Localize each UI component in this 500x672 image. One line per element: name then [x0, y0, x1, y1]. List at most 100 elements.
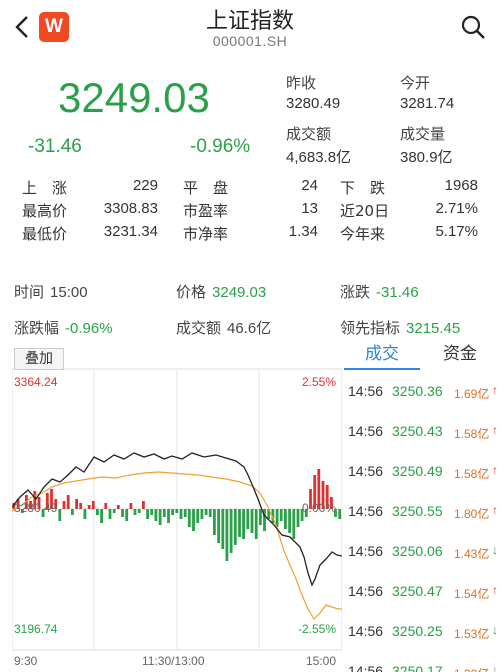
- trade-row: 14:56 3250.36 1.69亿 ↑: [344, 372, 500, 412]
- volume-bar: [133, 509, 137, 515]
- volume-bar: [204, 509, 208, 515]
- current-price: 3249.03: [58, 74, 210, 121]
- y-axis-top-label: 3364.24: [14, 375, 58, 389]
- trade-time: 14:56: [348, 423, 384, 439]
- info-label: 涨跌幅: [14, 319, 60, 337]
- info-time: 时间 15:00: [14, 281, 88, 302]
- volume-bar: [338, 509, 342, 519]
- volume-bar: [91, 501, 95, 509]
- volume-bar: [192, 509, 195, 531]
- volume-bar: [125, 509, 129, 521]
- volume-bar: [292, 509, 296, 539]
- turnover-value: 4,683.8亿: [286, 149, 352, 166]
- open-value: 3281.74: [400, 95, 455, 112]
- turnover-label: 成交额: [286, 125, 332, 143]
- stat-value: 2.71%: [435, 200, 478, 217]
- trade-amount: 1.80亿: [454, 507, 490, 521]
- volume-bar: [83, 509, 87, 519]
- info-label: 领先指标: [340, 319, 401, 337]
- volume-bar: [158, 509, 162, 525]
- volume-bar: [167, 509, 170, 523]
- volume-bar: [162, 509, 166, 517]
- stats-row: 最高价 3308.83 市盈率 13 近20日 2.71%: [0, 200, 500, 224]
- trade-time: 14:56: [348, 383, 384, 399]
- info-label: 价格: [176, 283, 207, 301]
- stat-value: 3231.34: [103, 223, 158, 240]
- stat-value: 3308.83: [103, 200, 158, 217]
- volume-bar: [75, 499, 78, 509]
- volume-bar: [62, 501, 66, 509]
- volume-bar: [71, 509, 74, 515]
- info-change: 涨跌 -31.46: [340, 281, 419, 302]
- volume-bar: [96, 509, 99, 515]
- info-value: 46.6亿: [227, 320, 272, 337]
- stat-label: 市盈率: [183, 202, 229, 220]
- volume-bar: [116, 505, 120, 509]
- trade-time: 14:56: [348, 623, 384, 639]
- intraday-chart[interactable]: [11, 347, 343, 672]
- volume-bar: [142, 501, 145, 509]
- stat-label: 今年来: [340, 225, 386, 243]
- y-axis-bottom-label: 3196.74: [14, 622, 58, 636]
- volume-bar: [296, 509, 300, 527]
- x-axis-mid-label: 11:30/13:00: [142, 654, 205, 668]
- volume-bar: [208, 509, 212, 517]
- volume-label: 成交量: [400, 125, 446, 143]
- volume-bar: [175, 509, 179, 513]
- stat-value: 24: [301, 177, 318, 194]
- volume-bar: [100, 509, 103, 523]
- volume-bar: [284, 509, 287, 529]
- info-label: 涨跌: [340, 283, 371, 301]
- volume-bar: [288, 509, 291, 533]
- trade-amount: 1.58亿: [454, 427, 490, 441]
- stat-label: 平 盘: [183, 179, 229, 197]
- trade-time: 14:56: [348, 543, 384, 559]
- tab-trades[interactable]: 成交: [344, 340, 420, 370]
- stat-value: 5.17%: [435, 223, 478, 240]
- stat-value: 13: [301, 200, 318, 217]
- trade-price: 3250.49: [392, 463, 443, 479]
- volume-bar: [225, 509, 229, 561]
- overlay-button[interactable]: 叠加: [14, 348, 64, 370]
- info-label: 成交额: [176, 319, 222, 337]
- info-value: 3249.03: [212, 284, 267, 301]
- info-amount: 成交额 46.6亿: [176, 317, 271, 338]
- y-axis-mid-label: 3280.49: [14, 501, 58, 515]
- volume-bar: [58, 509, 62, 521]
- volume-bar: [250, 509, 254, 533]
- trade-amount: 1.54亿: [454, 587, 490, 601]
- open-label: 今开: [400, 74, 431, 92]
- price-change-pct: -0.96%: [190, 136, 251, 157]
- volume-bar: [221, 509, 225, 549]
- x-axis-start-label: 9:30: [14, 654, 38, 668]
- trade-price: 3250.43: [392, 423, 443, 439]
- trade-direction-icon: ↓: [492, 623, 498, 637]
- trade-row: 14:56 3250.49 1.58亿 ↑: [344, 452, 500, 492]
- trade-direction-icon: ↑: [492, 503, 498, 517]
- tab-funds[interactable]: 资金: [420, 340, 500, 370]
- prev-close-label: 昨收: [286, 74, 317, 92]
- trade-direction-icon: ↓: [492, 663, 498, 672]
- volume-bar: [254, 509, 258, 539]
- trade-price: 3250.55: [392, 503, 443, 519]
- stat-label: 下 跌: [340, 179, 386, 197]
- info-price: 价格 3249.03: [176, 281, 266, 302]
- trade-amount: 1.43亿: [454, 547, 490, 561]
- info-pct: 涨跌幅 -0.96%: [14, 317, 113, 338]
- trade-price: 3250.17: [392, 663, 443, 672]
- volume-bar: [146, 509, 149, 519]
- volume-bar: [196, 509, 200, 523]
- search-icon[interactable]: [460, 14, 486, 40]
- volume-bar: [150, 509, 154, 515]
- trade-row: 14:56 3250.43 1.58亿 ↑: [344, 412, 500, 452]
- trade-direction-icon: ↑: [492, 423, 498, 437]
- pct-axis-mid-label: 0.00%: [302, 501, 337, 515]
- volume-bar: [87, 505, 91, 509]
- stat-label: 上 涨: [22, 179, 68, 197]
- trade-amount: 1.58亿: [454, 467, 490, 481]
- volume-bar: [171, 509, 174, 515]
- stats-row: 上 涨 229 平 盘 24 下 跌 1968: [0, 177, 500, 201]
- pct-axis-top-label: 2.55%: [302, 375, 337, 389]
- info-value: -31.46: [376, 284, 419, 301]
- trade-price: 3250.36: [392, 383, 443, 399]
